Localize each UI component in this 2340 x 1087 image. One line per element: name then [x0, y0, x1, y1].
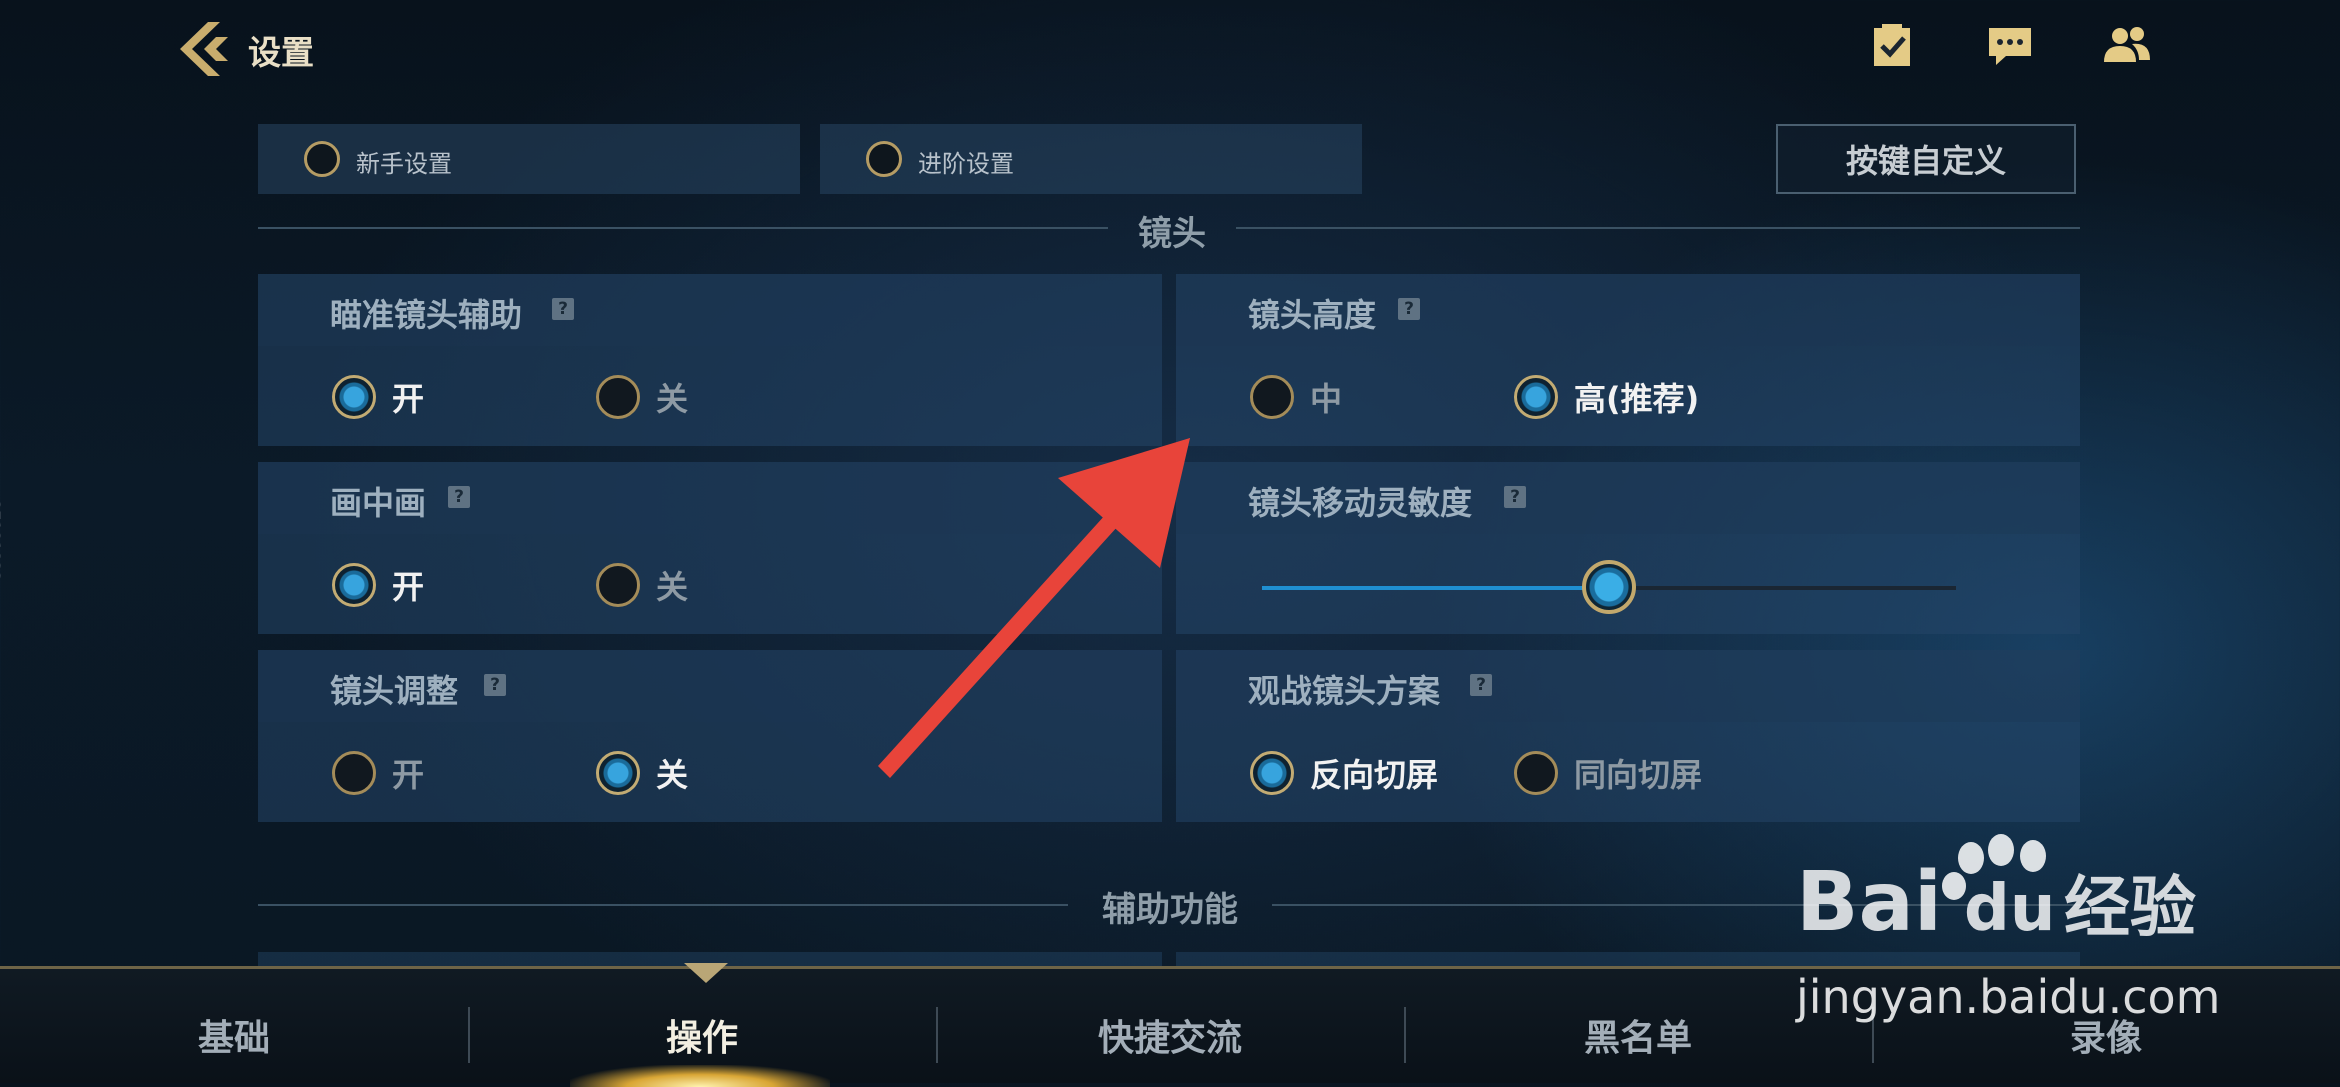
- radio-button[interactable]: [1250, 375, 1294, 419]
- setting-title: 镜头高度: [1248, 296, 1377, 334]
- nav-tab-operation[interactable]: 操作: [468, 1009, 936, 1061]
- radio-button[interactable]: [596, 563, 640, 607]
- option-label: 中: [1310, 380, 1343, 418]
- radio-button[interactable]: [596, 375, 640, 419]
- option-on[interactable]: 开: [332, 750, 424, 796]
- preset-radio[interactable]: [866, 141, 902, 177]
- option-off[interactable]: 关: [596, 562, 688, 608]
- checklist-button[interactable]: [1868, 22, 1916, 70]
- radio-button[interactable]: [1514, 375, 1558, 419]
- option-label: 高(推荐): [1574, 380, 1700, 418]
- setting-title: 观战镜头方案: [1248, 672, 1441, 710]
- option-label: 开: [392, 380, 425, 418]
- divider: [1236, 227, 2080, 229]
- setting-title: 镜头调整: [330, 672, 459, 710]
- divider: [258, 227, 1108, 229]
- custom-keys-button[interactable]: 按键自定义: [1776, 124, 2076, 194]
- preset-beginner[interactable]: 新手设置: [258, 124, 800, 194]
- chat-button[interactable]: [1986, 22, 2034, 70]
- radio-button[interactable]: [332, 563, 376, 607]
- svg-text:Bai: Bai: [1796, 855, 1942, 950]
- back-button[interactable]: [178, 20, 232, 78]
- setting-title: 瞄准镜头辅助: [330, 296, 523, 334]
- option-same[interactable]: 同向切屏: [1514, 750, 1702, 796]
- active-indicator-icon: [684, 963, 728, 983]
- radio-button[interactable]: [1250, 751, 1294, 795]
- section-title-camera: 镜头: [1138, 214, 1206, 254]
- annotation-arrow-icon: [878, 438, 1190, 778]
- setting-title: 画中画: [330, 484, 427, 522]
- back-icon: [180, 22, 228, 76]
- friends-button[interactable]: [2102, 22, 2150, 70]
- option-label: 开: [392, 756, 425, 794]
- option-off[interactable]: 关: [596, 750, 688, 796]
- page-title: 设置: [248, 33, 314, 72]
- help-icon[interactable]: ?: [1504, 486, 1526, 508]
- chat-icon: [1989, 28, 2031, 65]
- radio-button[interactable]: [332, 751, 376, 795]
- setting-card-spectator-camera: 观战镜头方案 ? 反向切屏 同向切屏: [1176, 650, 2080, 822]
- help-icon[interactable]: ?: [448, 486, 470, 508]
- option-label: 关: [656, 380, 689, 418]
- radio-button[interactable]: [596, 751, 640, 795]
- nav-tab-basic[interactable]: 基础: [0, 1009, 468, 1061]
- side-code: 27181822: [0, 500, 4, 582]
- option-label: 反向切屏: [1310, 756, 1439, 794]
- option-off[interactable]: 关: [596, 374, 688, 420]
- svg-text:经验: 经验: [2064, 869, 2196, 946]
- preset-advanced[interactable]: 进阶设置: [820, 124, 1362, 194]
- option-label: 关: [656, 568, 689, 606]
- preset-label: 新手设置: [356, 150, 452, 178]
- help-icon[interactable]: ?: [552, 298, 574, 320]
- setting-card-sensitivity: 镜头移动灵敏度 ?: [1176, 462, 2080, 634]
- section-title-assist: 辅助功能: [1102, 890, 1238, 930]
- option-label: 关: [656, 756, 689, 794]
- active-tab-glow: [570, 1065, 830, 1087]
- option-label: 同向切屏: [1574, 756, 1703, 794]
- help-icon[interactable]: ?: [1398, 298, 1420, 320]
- option-reverse[interactable]: 反向切屏: [1250, 750, 1438, 796]
- option-medium[interactable]: 中: [1250, 374, 1342, 420]
- help-icon[interactable]: ?: [1470, 674, 1492, 696]
- sensitivity-slider-handle[interactable]: [1582, 560, 1636, 614]
- option-label: 开: [392, 568, 425, 606]
- radio-button[interactable]: [332, 375, 376, 419]
- checklist-icon: [1874, 24, 1910, 66]
- svg-text:du: du: [1964, 872, 2055, 946]
- setting-title: 镜头移动灵敏度: [1248, 484, 1473, 522]
- help-icon[interactable]: ?: [484, 674, 506, 696]
- watermark-url: jingyan.baidu.com: [1796, 970, 2221, 1024]
- radio-button[interactable]: [1514, 751, 1558, 795]
- nav-tab-quick-chat[interactable]: 快捷交流: [936, 1009, 1404, 1061]
- option-high[interactable]: 高(推荐): [1514, 374, 1699, 420]
- option-on[interactable]: 开: [332, 374, 424, 420]
- setting-card-camera-height: 镜头高度 ? 中 高(推荐): [1176, 274, 2080, 446]
- option-on[interactable]: 开: [332, 562, 424, 608]
- friends-icon: [2104, 27, 2150, 62]
- divider: [258, 904, 1068, 906]
- sensitivity-slider-fill: [1262, 586, 1609, 590]
- preset-label: 进阶设置: [918, 150, 1014, 178]
- preset-radio[interactable]: [304, 141, 340, 177]
